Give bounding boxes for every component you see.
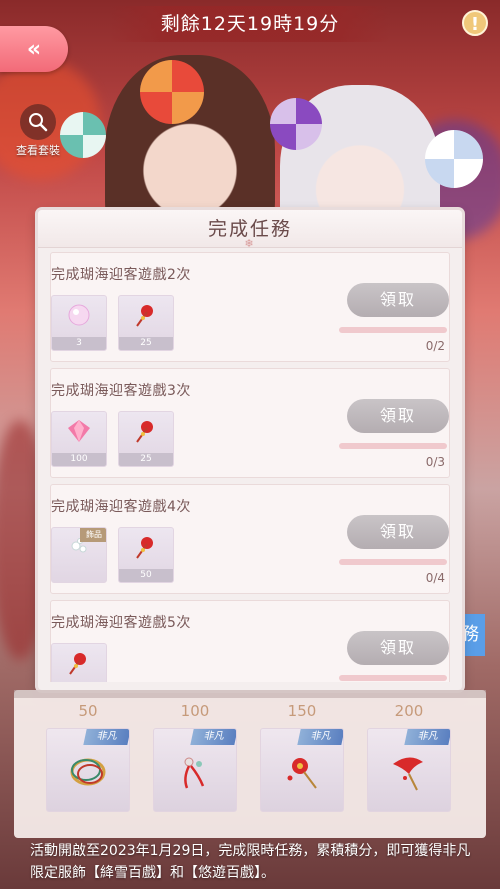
event-countdown: 剩餘12天19時19分	[110, 6, 390, 42]
milestone-track	[14, 690, 486, 698]
milestone-reward-card[interactable]: 非凡	[260, 728, 344, 812]
milestone-item[interactable]: 50 非凡	[43, 700, 133, 812]
claim-button[interactable]: 領取	[347, 399, 449, 433]
task-progress-bar	[339, 327, 447, 333]
back-button[interactable]: «	[0, 26, 68, 72]
view-outfit-button[interactable]: 查看套裝	[10, 104, 66, 158]
red-hairpin-icon	[62, 646, 96, 682]
task-item: 完成瑚海迎客遊戲3次 100 25 領取 0/3	[50, 368, 450, 478]
pinwheel-icon	[60, 112, 106, 158]
task-progress-bar	[339, 559, 447, 565]
task-title: 完成瑚海迎客遊戲2次	[51, 267, 191, 283]
milestone-item[interactable]: 200 非凡	[364, 700, 454, 812]
red-flower-hairpin-icon	[276, 744, 328, 804]
task-progress-text: 0/3	[425, 455, 445, 469]
milestone-points: 100	[180, 702, 210, 720]
task-progress-bar	[339, 675, 447, 681]
rarity-badge: 非凡	[404, 729, 450, 745]
milestone-item[interactable]: 100 非凡	[150, 700, 240, 812]
modal-header: 完成任務 ❄	[38, 210, 462, 250]
task-item: 完成瑚海迎客遊戲2次 3 25 領取 0/2	[50, 252, 450, 362]
tassel-earring-icon	[169, 744, 221, 804]
claim-button[interactable]: 領取	[347, 283, 449, 317]
reward-item[interactable]: 25	[118, 295, 174, 351]
milestone-reward-card[interactable]: 非凡	[46, 728, 130, 812]
shell-icon	[64, 300, 94, 336]
event-description: 活動開啟至2023年1月29日，完成限時任務，累積積分，即可獲得非凡限定服飾【絳…	[30, 843, 471, 881]
magnifier-icon	[20, 104, 56, 140]
claim-button[interactable]: 領取	[347, 515, 449, 549]
bracelet-icon	[62, 744, 114, 804]
milestone-points: 200	[394, 702, 424, 720]
red-bird-hairpin-icon	[383, 744, 435, 804]
reward-item[interactable]: 3	[51, 295, 107, 351]
milestone-points: 50	[78, 702, 98, 720]
task-progress-bar	[339, 443, 447, 449]
red-hairpin-icon	[129, 298, 163, 338]
side-tasks-label: 務	[461, 624, 479, 645]
reward-quantity: 25	[119, 337, 173, 350]
task-title: 完成瑚海迎客遊戲5次	[51, 615, 191, 631]
rarity-badge: 非凡	[83, 729, 129, 745]
milestone-reward-card[interactable]: 非凡	[367, 728, 451, 812]
reward-item[interactable]: 50	[118, 527, 174, 583]
milestone-reward-card[interactable]: 非凡	[153, 728, 237, 812]
pinwheel-icon	[270, 98, 322, 150]
double-chevron-left-icon: «	[26, 36, 42, 62]
task-list[interactable]: 完成瑚海迎客遊戲2次 3 25 領取 0/2 完成瑚海迎客遊戲3次 100 25…	[50, 252, 450, 682]
task-title: 完成瑚海迎客遊戲3次	[51, 383, 191, 399]
task-modal: 完成任務 ❄ 完成瑚海迎客遊戲2次 3 25 領取 0/2 完成瑚海迎客遊戲3次…	[38, 210, 462, 690]
milestone-item[interactable]: 150 非凡	[257, 700, 347, 812]
milestone-rewards: 50 非凡 100 非凡 150 非凡 200 非凡	[14, 690, 486, 838]
reward-quantity: 50	[119, 569, 173, 582]
task-item: 完成瑚海迎客遊戲4次 飾品 50 領取 0/4	[50, 484, 450, 594]
rarity-badge: 非凡	[297, 729, 343, 745]
accessory-tag: 飾品	[80, 528, 106, 542]
reward-item[interactable]: 100	[51, 411, 107, 467]
pinwheel-icon	[425, 130, 483, 188]
info-button[interactable]: !	[462, 10, 488, 36]
reward-quantity: 100	[52, 453, 106, 466]
view-outfit-label: 查看套裝	[16, 144, 60, 157]
diamond-icon	[64, 416, 94, 452]
reward-item[interactable]: 飾品	[51, 527, 107, 583]
red-hairpin-icon	[129, 530, 163, 570]
task-progress-text: 0/2	[425, 339, 445, 353]
reward-item[interactable]: 25	[118, 411, 174, 467]
reward-quantity: 3	[52, 337, 106, 350]
pinwheel-icon	[140, 60, 204, 124]
red-hairpin-icon	[129, 414, 163, 454]
task-progress-text: 0/4	[425, 571, 445, 585]
milestone-points: 150	[287, 702, 317, 720]
reward-item[interactable]	[51, 643, 107, 682]
task-item: 完成瑚海迎客遊戲5次 領取	[50, 600, 450, 682]
rarity-badge: 非凡	[190, 729, 236, 745]
snowflake-icon: ❄	[244, 237, 256, 250]
claim-button[interactable]: 領取	[347, 631, 449, 665]
task-title: 完成瑚海迎客遊戲4次	[51, 499, 191, 515]
reward-quantity: 25	[119, 453, 173, 466]
exclamation-icon: !	[470, 14, 480, 35]
